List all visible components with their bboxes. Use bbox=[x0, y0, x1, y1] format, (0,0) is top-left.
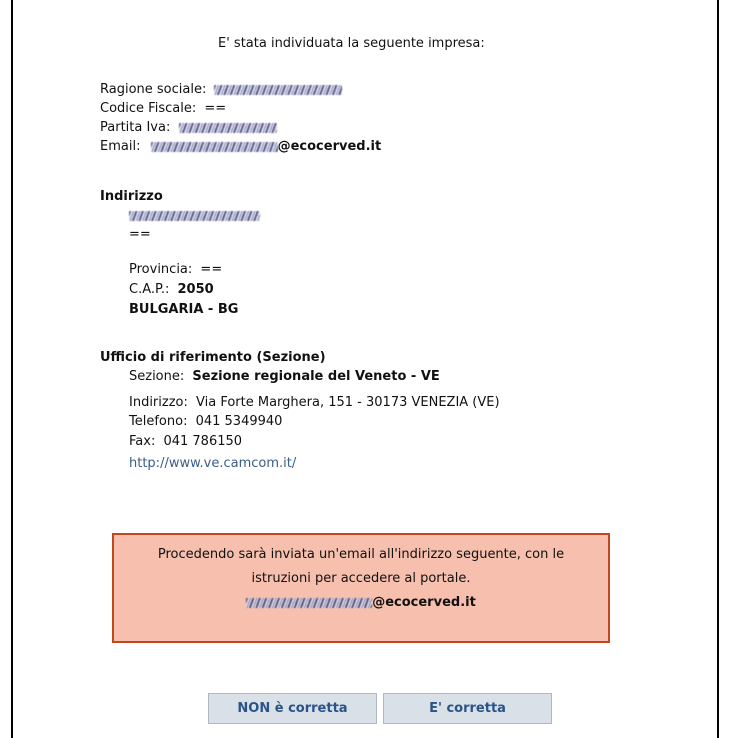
redacted-street bbox=[129, 210, 260, 221]
codice-fiscale-label: Codice Fiscale: bbox=[100, 101, 197, 116]
telefono-row: Telefono: 041 5349940 bbox=[129, 414, 282, 429]
telefono-value: 041 5349940 bbox=[195, 414, 283, 429]
redacted-email-user bbox=[150, 141, 278, 152]
notice-line2: istruzioni per accedere al portale. bbox=[251, 571, 471, 586]
redacted-ragione-sociale bbox=[214, 84, 343, 95]
office-address-label: Indirizzo: bbox=[129, 395, 188, 410]
provincia-row: Provincia: == bbox=[129, 262, 222, 277]
ragione-sociale-label: Ragione sociale: bbox=[100, 82, 207, 97]
telefono-label: Telefono: bbox=[129, 414, 188, 429]
sezione-label: Sezione: bbox=[129, 369, 185, 384]
fax-label: Fax: bbox=[129, 434, 156, 449]
fax-value: 041 786150 bbox=[163, 434, 243, 449]
correct-button[interactable]: E' corretta bbox=[383, 693, 552, 724]
email-row: Email: @ecocerved.it bbox=[100, 139, 381, 154]
codice-fiscale-row: Codice Fiscale: == bbox=[100, 101, 226, 116]
office-heading: Ufficio di riferimento (Sezione) bbox=[100, 350, 326, 365]
email-notice-box: Procedendo sarà inviata un'email all'ind… bbox=[112, 533, 610, 643]
partita-iva-row: Partita Iva: bbox=[100, 120, 277, 135]
country: BULGARIA - BG bbox=[129, 302, 239, 317]
sezione-row: Sezione: Sezione regionale del Veneto - … bbox=[129, 369, 440, 384]
address-street-row bbox=[129, 208, 260, 223]
provincia-label: Provincia: bbox=[129, 262, 193, 277]
cap-row: C.A.P.: 2050 bbox=[129, 282, 214, 297]
email-label: Email: bbox=[100, 139, 141, 154]
notice-line1: Procedendo sarà inviata un'email all'ind… bbox=[157, 547, 565, 562]
website-link[interactable]: http://www.ve.camcom.it/ bbox=[129, 456, 296, 471]
redacted-partita-iva bbox=[178, 122, 277, 133]
office-address-value: Via Forte Marghera, 151 - 30173 VENEZIA … bbox=[196, 395, 500, 410]
address-line2: == bbox=[129, 227, 151, 242]
codice-fiscale-value: == bbox=[204, 101, 227, 116]
not-correct-button[interactable]: NON è corretta bbox=[208, 693, 377, 724]
website-row: http://www.ve.camcom.it/ bbox=[129, 456, 296, 471]
address-heading: Indirizzo bbox=[100, 189, 163, 204]
notice-email-row: @ecocerved.it bbox=[114, 591, 608, 615]
fax-row: Fax: 041 786150 bbox=[129, 434, 242, 449]
email-domain: @ecocerved.it bbox=[277, 139, 382, 154]
cap-value: 2050 bbox=[177, 282, 214, 297]
intro-text: E' stata individuata la seguente impresa… bbox=[218, 36, 485, 51]
provincia-value: == bbox=[200, 262, 223, 277]
cap-label: C.A.P.: bbox=[129, 282, 170, 297]
ragione-sociale-row: Ragione sociale: bbox=[100, 82, 343, 97]
notice-email-domain: @ecocerved.it bbox=[372, 595, 476, 610]
redacted-notice-email-user bbox=[246, 597, 373, 608]
sezione-value: Sezione regionale del Veneto - VE bbox=[192, 369, 440, 384]
partita-iva-label: Partita Iva: bbox=[100, 120, 171, 135]
office-address-row: Indirizzo: Via Forte Marghera, 151 - 301… bbox=[129, 395, 500, 410]
